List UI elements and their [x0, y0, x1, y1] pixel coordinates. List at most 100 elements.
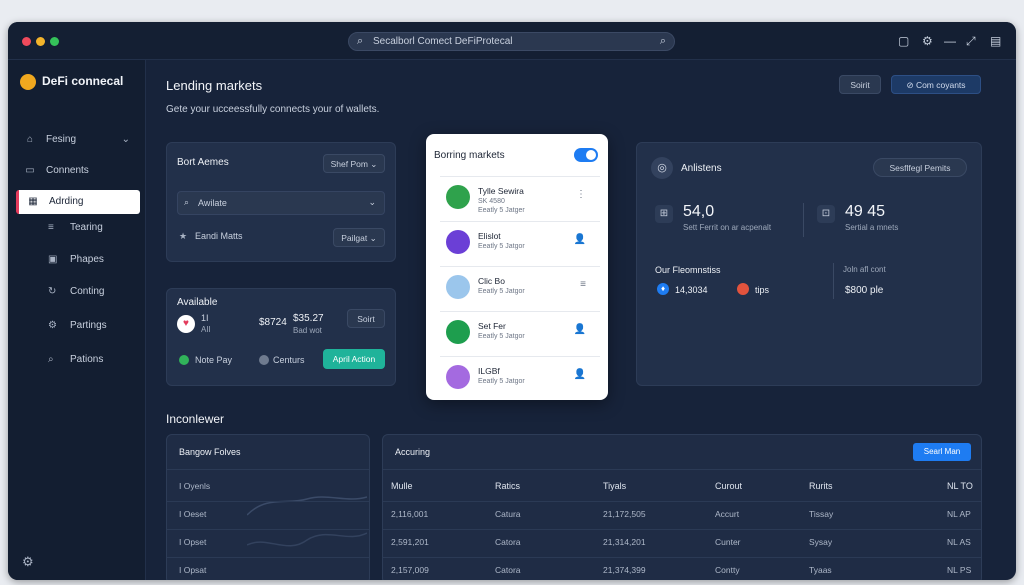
search-man-label: Searl Man [923, 447, 961, 456]
list-item[interactable]: I Opset [179, 537, 206, 547]
borring-row-line1: SK 4580 [478, 198, 505, 205]
divider [167, 557, 369, 558]
bottom-title: Inconlewer [166, 412, 225, 426]
search-icon: ⌕ [184, 197, 190, 207]
available-total-sub: Bad wot [293, 326, 322, 335]
table-cell: Tissay [809, 509, 834, 519]
user-icon[interactable]: 👤 [574, 324, 586, 335]
sidebar-item-connents[interactable]: ▭ Connents [16, 159, 140, 183]
divider [167, 529, 369, 530]
column-header[interactable]: Tiyals [603, 481, 626, 491]
search-man-button[interactable]: Searl Man [913, 443, 971, 461]
settings-gear-icon[interactable]: ⚙ [22, 554, 34, 570]
brand[interactable]: DeFi connecal [20, 74, 123, 90]
april-action-button[interactable]: April Action [323, 349, 385, 369]
borring-row[interactable]: ILGBf Eeatly 5 Jatgor 👤 [440, 356, 600, 396]
bort-select[interactable]: Pailgat ⌄ [333, 228, 385, 247]
borring-row-name: Set Fer [478, 321, 506, 331]
column-header[interactable]: Rurits [809, 481, 833, 491]
sidebar-item-fesing[interactable]: ⌂ Fesing ⌄ [16, 128, 140, 152]
global-search[interactable]: ⌕ Secalborl Comect DeFiProtecal ⌕ [348, 32, 675, 51]
borring-markets-card: Borring markets Tylle Sewira SK 4580 Eeatl… [426, 134, 608, 400]
section-title: Our Fleomnstiss [655, 265, 721, 275]
sidebar-subitem-partings[interactable]: ⚙ Partings [48, 320, 107, 331]
bort-search-input[interactable]: ⌕ Awilate ⌄ [177, 191, 385, 215]
chevron-down-icon: ⌄ [368, 197, 376, 207]
app-window: ⌕ Secalborl Comect DeFiProtecal ⌕ ▢ ⚙ — … [8, 22, 1016, 580]
column-header[interactable]: Mulle [391, 481, 413, 491]
sidebar-subitem-tearing[interactable]: ≡ Tearing [48, 222, 103, 233]
image-icon: ▣ [48, 254, 58, 265]
borring-row-line2: Eeatly 5 Jatger [478, 207, 525, 214]
left-card-title: Bangow Folves [179, 447, 241, 457]
sidebar-subitem-conting[interactable]: ↻ Conting [48, 286, 104, 297]
stat-a: 14,3034 [675, 285, 708, 295]
table-cell: 2,157,009 [391, 565, 429, 575]
chevron-down-icon[interactable]: ⌄ [122, 128, 130, 152]
menu-icon[interactable]: ≡ [580, 279, 586, 290]
avatar [446, 365, 470, 389]
borring-toggle[interactable] [574, 148, 598, 162]
expand-icon[interactable]: ⤢ [966, 34, 976, 49]
bort-dropdown-label: Shef Pom [330, 159, 368, 169]
sidebar-item-adrding[interactable]: ▦ Adrding [16, 190, 140, 214]
borring-row[interactable]: Clic Bo Eeatly 5 Jatgor ≡ [440, 266, 600, 306]
list-item[interactable]: I Oeset [179, 509, 206, 519]
list-item[interactable]: I Opsat [179, 565, 206, 575]
available-total: $35.27 [293, 313, 324, 324]
analytics-card: ◎ Anlistens Sesflfegl Pemits ⊞ 54,0 Sett… [636, 142, 982, 386]
search-submit-icon[interactable]: ⌕ [660, 33, 666, 50]
table-cell: Sysay [809, 537, 833, 547]
divider [383, 469, 981, 470]
sidebar-item-label: Adrding [49, 196, 84, 207]
settings-icon: ⚙ [48, 320, 57, 331]
metric1-value: 54,0 [683, 203, 715, 220]
page-title: Lending markets [166, 78, 263, 93]
gear-icon[interactable]: ⚙ [922, 34, 933, 48]
tips-icon [737, 283, 749, 295]
table-cell: Cunter [715, 537, 741, 547]
user-icon[interactable]: 👤 [574, 369, 586, 380]
borring-row-line2: Eeatly 5 Jatgor [478, 288, 525, 295]
star-label: Eandi Matts [195, 231, 243, 241]
list-item[interactable]: I Oyenls [179, 481, 210, 491]
sidebar-subitem-label: Pations [70, 354, 104, 365]
sidebar: DeFi connecal ⌂ Fesing ⌄ ▭ Connents ▦ Adrdi… [8, 60, 146, 580]
sidebar-subitem-label: Conting [70, 286, 105, 297]
divider [167, 501, 369, 502]
analytics-button-label: Sesflfegl Pemits [889, 163, 951, 173]
stat-c: $800 ple [845, 285, 884, 296]
stat-b: tips [755, 285, 770, 295]
sort-button-label: Soirit [850, 80, 870, 90]
sort-button[interactable]: Soirit [839, 75, 881, 94]
more-icon[interactable]: ⋮ [576, 189, 586, 200]
borring-row[interactable]: Elislot Eeatly 5 Jatgor 👤 [440, 221, 600, 261]
star-icon: ★ [179, 231, 188, 241]
asset-b: AII [201, 325, 211, 334]
connect-button[interactable]: ⊘ Com coyants [891, 75, 981, 94]
minus-icon[interactable]: — [944, 34, 956, 48]
sparkline-chart [247, 496, 367, 547]
column-header[interactable]: Curout [715, 481, 742, 491]
brand-name: DeFi connecal [42, 74, 124, 89]
column-header[interactable]: NL TO [947, 481, 973, 491]
left-table-card: Bangow Folves I Oyenls I Oeset I Opset I Op… [166, 434, 370, 580]
available-title: Available [177, 297, 218, 308]
available-sort-button[interactable]: Soirt [347, 309, 385, 328]
divider [383, 529, 981, 530]
centurs-label: Centurs [273, 355, 305, 365]
minimize-window-icon[interactable] [36, 37, 45, 46]
borring-row[interactable]: Set Fer Eeatly 5 Jatgor 👤 [440, 311, 600, 351]
sidebar-subitem-pations[interactable]: ⌕ Pations [48, 354, 103, 365]
window-icon[interactable]: ▤ [990, 34, 1001, 48]
sidebar-subitem-phapes[interactable]: ▣ Phapes [48, 254, 104, 265]
refresh-icon: ↻ [48, 286, 57, 297]
analytics-button[interactable]: Sesflfegl Pemits [873, 158, 967, 177]
column-header[interactable]: Ratics [495, 481, 520, 491]
user-icon[interactable]: 👤 [574, 234, 586, 245]
borring-row[interactable]: Tylle Sewira SK 4580 Eeatly 5 Jatger ⋮ [440, 176, 600, 216]
clipboard-icon[interactable]: ▢ [898, 34, 909, 48]
close-window-icon[interactable] [22, 37, 31, 46]
bort-dropdown[interactable]: Shef Pom ⌄ [323, 154, 385, 173]
maximize-window-icon[interactable] [50, 37, 59, 46]
